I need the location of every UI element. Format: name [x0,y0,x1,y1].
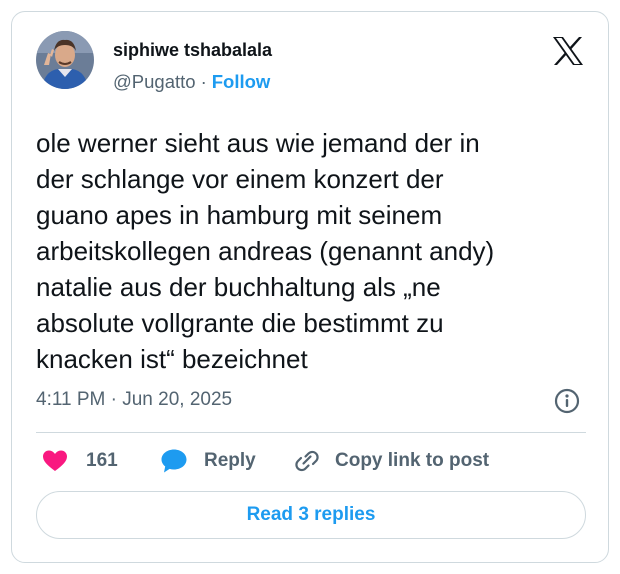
tweet-text-line: absolute vollgrante die bestimmt zu [36,308,444,338]
reply-button[interactable]: Reply [160,446,256,476]
author-handle-row: @Pugatto · Follow [113,71,270,93]
tweet-text-line: knacken ist“ bezeichnet [36,344,308,374]
info-icon[interactable] [554,388,580,414]
tweet-text-line: natalie aus der buchhaltung als „ne [36,272,441,302]
tweet-text-line: ole werner sieht aus wie jemand der in [36,128,480,158]
follow-button[interactable]: Follow [212,71,271,92]
speech-bubble-icon [161,449,187,473]
like-button[interactable]: 161 [42,446,118,476]
tweet-text-line: guano apes in hamburg mit seinem [36,200,443,230]
read-replies-button[interactable]: Read 3 replies [36,491,586,539]
tweet-text-line: arbeitskollegen andreas (genannt andy) [36,236,495,266]
tweet-text: ole werner sieht aus wie jemand der in d… [36,125,596,377]
avatar[interactable] [36,31,94,89]
avatar-image [36,31,94,89]
link-icon [295,450,319,472]
reply-label: Reply [204,450,256,471]
read-replies-label: Read 3 replies [246,504,376,525]
tweet-text-line: der schlange vor einem konzert der [36,164,444,194]
copy-link-button[interactable]: Copy link to post [293,446,489,476]
tweet-timestamp[interactable]: 4:11 PM · Jun 20, 2025 [36,389,232,411]
copy-link-label: Copy link to post [335,450,490,471]
divider [36,432,586,433]
separator-dot: · [200,71,207,92]
author-handle[interactable]: @Pugatto [113,71,196,92]
heart-icon [43,450,67,471]
author-display-name[interactable]: siphiwe tshabalala [113,40,272,61]
like-count: 161 [86,450,118,471]
tweet-embed-card: siphiwe tshabalala @Pugatto · Follow ole w… [11,11,609,563]
x-logo-icon[interactable] [552,36,584,66]
